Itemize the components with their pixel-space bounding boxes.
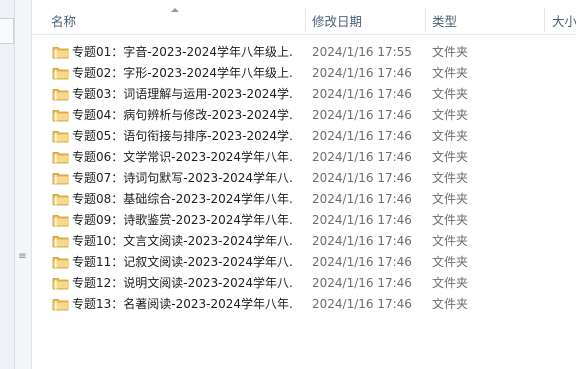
file-type: 文件夹	[432, 108, 469, 122]
file-row[interactable]: 专题12：说明文阅读-2023-2024学年八... 2024/1/16 17:4…	[32, 273, 576, 294]
pane-splitter[interactable]: ≡	[15, 0, 32, 369]
file-row[interactable]: 专题13：名著阅读-2023-2024学年八年... 2024/1/16 17:4…	[32, 294, 576, 315]
file-type: 文件夹	[432, 297, 469, 311]
file-name[interactable]: 专题03：词语理解与运用-2023-2024学...	[72, 84, 294, 105]
file-row[interactable]: 专题08：基础综合-2023-2024学年八年... 2024/1/16 17:4…	[32, 189, 576, 210]
file-type: 文件夹	[432, 150, 469, 164]
file-modified-date: 2024/1/16 17:46	[312, 297, 412, 311]
sort-ascending-icon	[171, 8, 179, 12]
folder-icon	[52, 257, 69, 269]
file-modified-date: 2024/1/16 17:46	[312, 87, 412, 101]
file-row[interactable]: 专题10：文言文阅读-2023-2024学年八... 2024/1/16 17:4…	[32, 231, 576, 252]
file-name[interactable]: 专题10：文言文阅读-2023-2024学年八...	[72, 231, 294, 252]
file-name[interactable]: 专题04：病句辨析与修改-2023-2024学...	[72, 105, 294, 126]
file-modified-date: 2024/1/16 17:46	[312, 276, 412, 290]
folder-icon	[52, 299, 69, 311]
folder-icon	[52, 68, 69, 80]
file-row[interactable]: 专题01：字音-2023-2024学年八年级上... 2024/1/16 17:5…	[32, 42, 576, 63]
file-type: 文件夹	[432, 66, 469, 80]
file-modified-date: 2024/1/16 17:46	[312, 171, 412, 185]
file-list: 专题01：字音-2023-2024学年八年级上... 2024/1/16 17:5…	[32, 42, 576, 315]
file-type: 文件夹	[432, 276, 469, 290]
file-type: 文件夹	[432, 192, 469, 206]
folder-icon	[52, 215, 69, 227]
folder-icon	[52, 89, 69, 101]
file-modified-date: 2024/1/16 17:46	[312, 192, 412, 206]
file-modified-date: 2024/1/16 17:46	[312, 150, 412, 164]
file-type: 文件夹	[432, 129, 469, 143]
file-name[interactable]: 专题07：诗词句默写-2023-2024学年八...	[72, 168, 294, 189]
file-row[interactable]: 专题03：词语理解与运用-2023-2024学... 2024/1/16 17:4…	[32, 84, 576, 105]
file-name[interactable]: 专题11：记叙文阅读-2023-2024学年八...	[72, 252, 294, 273]
folder-icon	[52, 152, 69, 164]
navigation-pane[interactable]	[0, 0, 15, 369]
file-name[interactable]: 专题02：字形-2023-2024学年八年级上...	[72, 63, 294, 84]
file-modified-date: 2024/1/16 17:46	[312, 66, 412, 80]
file-type: 文件夹	[432, 234, 469, 248]
file-row[interactable]: 专题07：诗词句默写-2023-2024学年八... 2024/1/16 17:4…	[32, 168, 576, 189]
column-header-size[interactable]: 大小	[552, 0, 576, 34]
file-row[interactable]: 专题11：记叙文阅读-2023-2024学年八... 2024/1/16 17:4…	[32, 252, 576, 273]
folder-icon	[52, 110, 69, 122]
file-row[interactable]: 专题05：语句衔接与排序-2023-2024学... 2024/1/16 17:4…	[32, 126, 576, 147]
file-row[interactable]: 专题06：文学常识-2023-2024学年八年... 2024/1/16 17:4…	[32, 147, 576, 168]
file-modified-date: 2024/1/16 17:46	[312, 234, 412, 248]
folder-icon	[52, 47, 69, 59]
file-row[interactable]: 专题02：字形-2023-2024学年八年级上... 2024/1/16 17:4…	[32, 63, 576, 84]
file-name[interactable]: 专题13：名著阅读-2023-2024学年八年...	[72, 294, 294, 315]
file-modified-date: 2024/1/16 17:46	[312, 213, 412, 227]
splitter-grip-icon[interactable]: ≡	[18, 252, 27, 262]
folder-icon	[52, 236, 69, 248]
file-modified-date: 2024/1/16 17:55	[312, 45, 412, 59]
column-header-bar: 名称 修改日期 类型 大小	[32, 0, 576, 35]
file-modified-date: 2024/1/16 17:46	[312, 129, 412, 143]
column-divider[interactable]	[425, 8, 426, 32]
folder-icon	[52, 278, 69, 290]
file-name[interactable]: 专题09：诗歌鉴赏-2023-2024学年八年...	[72, 210, 294, 231]
file-type: 文件夹	[432, 45, 469, 59]
file-modified-date: 2024/1/16 17:46	[312, 108, 412, 122]
file-name[interactable]: 专题01：字音-2023-2024学年八年级上...	[72, 42, 294, 63]
folder-icon	[52, 131, 69, 143]
file-name[interactable]: 专题08：基础综合-2023-2024学年八年...	[72, 189, 294, 210]
file-type: 文件夹	[432, 171, 469, 185]
column-divider[interactable]	[305, 8, 306, 32]
folder-icon	[52, 194, 69, 206]
column-header-date[interactable]: 修改日期	[312, 0, 412, 34]
file-type: 文件夹	[432, 255, 469, 269]
column-divider[interactable]	[544, 8, 545, 32]
navigation-pane-item[interactable]	[0, 18, 14, 44]
file-row[interactable]: 专题09：诗歌鉴赏-2023-2024学年八年... 2024/1/16 17:4…	[32, 210, 576, 231]
folder-icon	[52, 173, 69, 185]
file-modified-date: 2024/1/16 17:46	[312, 255, 412, 269]
column-header-type[interactable]: 类型	[432, 0, 512, 34]
file-type: 文件夹	[432, 87, 469, 101]
file-type: 文件夹	[432, 213, 469, 227]
column-header-name[interactable]: 名称	[51, 0, 151, 34]
file-row[interactable]: 专题04：病句辨析与修改-2023-2024学... 2024/1/16 17:4…	[32, 105, 576, 126]
file-name[interactable]: 专题12：说明文阅读-2023-2024学年八...	[72, 273, 294, 294]
file-name[interactable]: 专题06：文学常识-2023-2024学年八年...	[72, 147, 294, 168]
file-name[interactable]: 专题05：语句衔接与排序-2023-2024学...	[72, 126, 294, 147]
